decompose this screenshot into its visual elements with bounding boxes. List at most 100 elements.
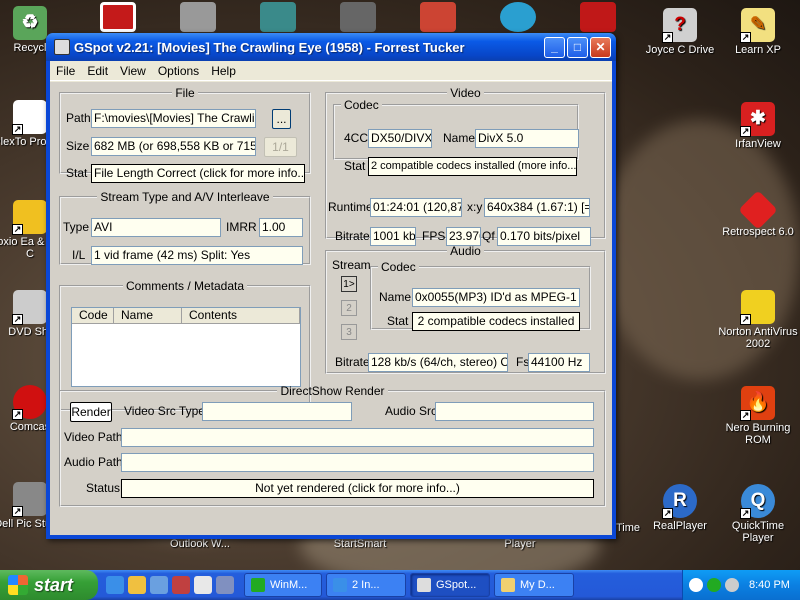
column-name[interactable]: Name <box>114 308 182 323</box>
column-contents[interactable]: Contents <box>182 308 300 323</box>
menu-bar: File Edit View Options Help <box>50 61 612 81</box>
desktop-icon-retrospect[interactable]: Retrospect 6.0 <box>716 190 800 238</box>
browse-button[interactable]: ... <box>272 109 291 129</box>
audio-name-field[interactable]: 0x0055(MP3) ID'd as MPEG-1 Laye <box>412 288 580 307</box>
video-src-type-label: Video Src Type <box>124 404 205 418</box>
close-button[interactable]: ✕ <box>590 36 611 58</box>
audio-stat-label: Stat <box>387 314 409 328</box>
audio-bitrate-label: Bitrate <box>335 355 370 369</box>
column-code[interactable]: Code <box>72 308 114 323</box>
app-icon[interactable] <box>54 39 70 55</box>
start-button[interactable]: start <box>0 570 98 600</box>
audio-src-field[interactable] <box>435 402 594 421</box>
quicklaunch-icon[interactable] <box>216 576 234 594</box>
video-src-type-field[interactable] <box>202 402 352 421</box>
audio-stat-button[interactable]: 2 compatible codecs installed <box>412 312 580 331</box>
task-internet[interactable]: 2 In... <box>326 573 406 597</box>
irfanview-icon: ✱ ↗ <box>740 102 775 137</box>
menu-edit[interactable]: Edit <box>81 64 114 78</box>
desktop-icon-quicktime[interactable]: Q ↗ QuickTime Player <box>716 484 800 544</box>
stream-type-legend: Stream Type and A/V Interleave <box>100 190 270 204</box>
title-bar[interactable]: GSpot v2.21: [Movies] The Crawling Eye (… <box>46 33 616 61</box>
size-label: Size <box>66 139 90 153</box>
desktop-icon-camera2[interactable] <box>260 2 296 32</box>
path-field[interactable]: F:\movies\[Movies] The Crawling <box>91 109 256 128</box>
video-stat-label: Stat <box>344 159 366 173</box>
quick-launch <box>106 576 234 594</box>
audio-stream-1-button[interactable]: 1> <box>341 276 357 292</box>
learn-xp-icon: ✎ ↗ <box>740 8 775 43</box>
desktop-icon-startsmart[interactable]: StartSmart <box>318 538 402 550</box>
desktop-icon-nero[interactable]: 🔥 ↗ Nero Burning ROM <box>716 386 800 446</box>
ie-icon[interactable] <box>106 576 124 594</box>
desktop-icon-app1[interactable] <box>100 2 136 32</box>
tray-winmx-icon[interactable] <box>707 578 721 592</box>
size-field[interactable]: 682 MB (or 698,558 KB or 715,32 <box>91 137 256 156</box>
quicklaunch-icon[interactable] <box>194 576 212 594</box>
audio-bitrate-field[interactable]: 128 kb/s (64/ch, stereo) CBF <box>368 353 508 372</box>
interleave-field[interactable]: 1 vid frame (42 ms) Split: Yes <box>91 246 303 265</box>
file-stat-button[interactable]: File Length Correct (click for more info… <box>91 164 305 183</box>
path-label: Path <box>66 111 91 125</box>
fs-field[interactable]: 44100 Hz <box>528 353 590 372</box>
media-icon[interactable] <box>172 576 190 594</box>
desktop-icon[interactable] <box>150 576 168 594</box>
video-name-field[interactable]: DivX 5.0 <box>475 129 579 148</box>
metadata-table-header: Code Name Contents <box>72 308 300 324</box>
audio-stream-3-button[interactable]: 3 <box>341 324 357 340</box>
render-status-button[interactable]: Not yet rendered (click for more info...… <box>121 479 594 498</box>
fourcc-field[interactable]: DX50/DIVX <box>368 129 432 148</box>
desktop-icon-norton[interactable]: ↗ Norton AntiVirus 2002 <box>716 290 800 350</box>
outlook-icon[interactable] <box>128 576 146 594</box>
video-path-field[interactable] <box>121 428 594 447</box>
retrospect-icon <box>738 190 778 230</box>
tray-app-icon[interactable] <box>725 578 739 592</box>
file-stat-label: Stat <box>66 166 88 180</box>
task-my-documents[interactable]: My D... <box>494 573 574 597</box>
desktop-icon-player[interactable]: Player <box>478 538 562 550</box>
audio-legend: Audio <box>450 244 481 258</box>
comments-legend: Comments / Metadata <box>125 279 245 293</box>
menu-options[interactable]: Options <box>152 64 205 78</box>
desktop-icon-joyce-drive[interactable]: ? ↗ Joyce C Drive <box>638 8 722 56</box>
menu-help[interactable]: Help <box>205 64 242 78</box>
directshow-render-legend: DirectShow Render <box>280 384 385 398</box>
file-legend: File <box>175 86 195 100</box>
desktop-icon-app3[interactable] <box>500 2 536 32</box>
maximize-button[interactable]: □ <box>567 36 588 58</box>
desktop-icon-camera3[interactable] <box>340 2 376 32</box>
clock[interactable]: 8:40 PM <box>749 579 790 591</box>
runtime-label: Runtime <box>328 200 373 214</box>
type-label: Type <box>63 220 90 234</box>
aspect-field[interactable]: 640x384 (1.67:1) [=5:3 <box>484 198 590 217</box>
runtime-field[interactable]: 01:24:01 (120,873 <box>370 198 462 217</box>
minimize-button[interactable]: _ <box>544 36 565 58</box>
task-winmx[interactable]: WinM... <box>244 573 322 597</box>
metadata-table[interactable]: Code Name Contents <box>71 307 301 387</box>
video-bitrate-label: Bitrate <box>335 229 370 243</box>
audio-path-field[interactable] <box>121 453 594 472</box>
desktop-icon-irfanview[interactable]: ✱ ↗ IrfanView <box>716 102 800 150</box>
type-field[interactable]: AVI <box>91 218 221 237</box>
video-stat-button[interactable]: 2 compatible codecs installed (more info… <box>368 157 577 176</box>
menu-view[interactable]: View <box>114 64 152 78</box>
gspot-window: GSpot v2.21: [Movies] The Crawling Eye (… <box>46 33 616 539</box>
desktop-icon-realplayer[interactable]: R ↗ RealPlayer <box>638 484 722 532</box>
winmx-icon <box>251 578 265 592</box>
imrr-field[interactable]: 1.00 <box>259 218 303 237</box>
menu-file[interactable]: File <box>50 64 81 78</box>
interleave-label: I/L <box>72 248 86 262</box>
window-client: File Edit View Options Help File Path F:… <box>50 61 612 535</box>
desktop-icon-outlook[interactable]: Outlook W... <box>158 538 242 550</box>
fps-label: FPS <box>422 229 446 243</box>
desktop-icon-app2[interactable] <box>420 2 456 32</box>
desktop-icon-learn-xp[interactable]: ✎ ↗ Learn XP <box>716 8 800 56</box>
dell-icon: ↗ <box>12 482 47 517</box>
render-button[interactable]: Render <box>70 402 112 422</box>
desktop-icon-winmx[interactable] <box>580 2 616 32</box>
taskbar: start WinM... 2 In... GSpot... My D... 8… <box>0 570 800 600</box>
desktop-icon-camera1[interactable] <box>180 2 216 32</box>
audio-stream-2-button[interactable]: 2 <box>341 300 357 316</box>
tray-expand-icon[interactable] <box>689 578 703 592</box>
task-gspot[interactable]: GSpot... <box>410 573 490 597</box>
